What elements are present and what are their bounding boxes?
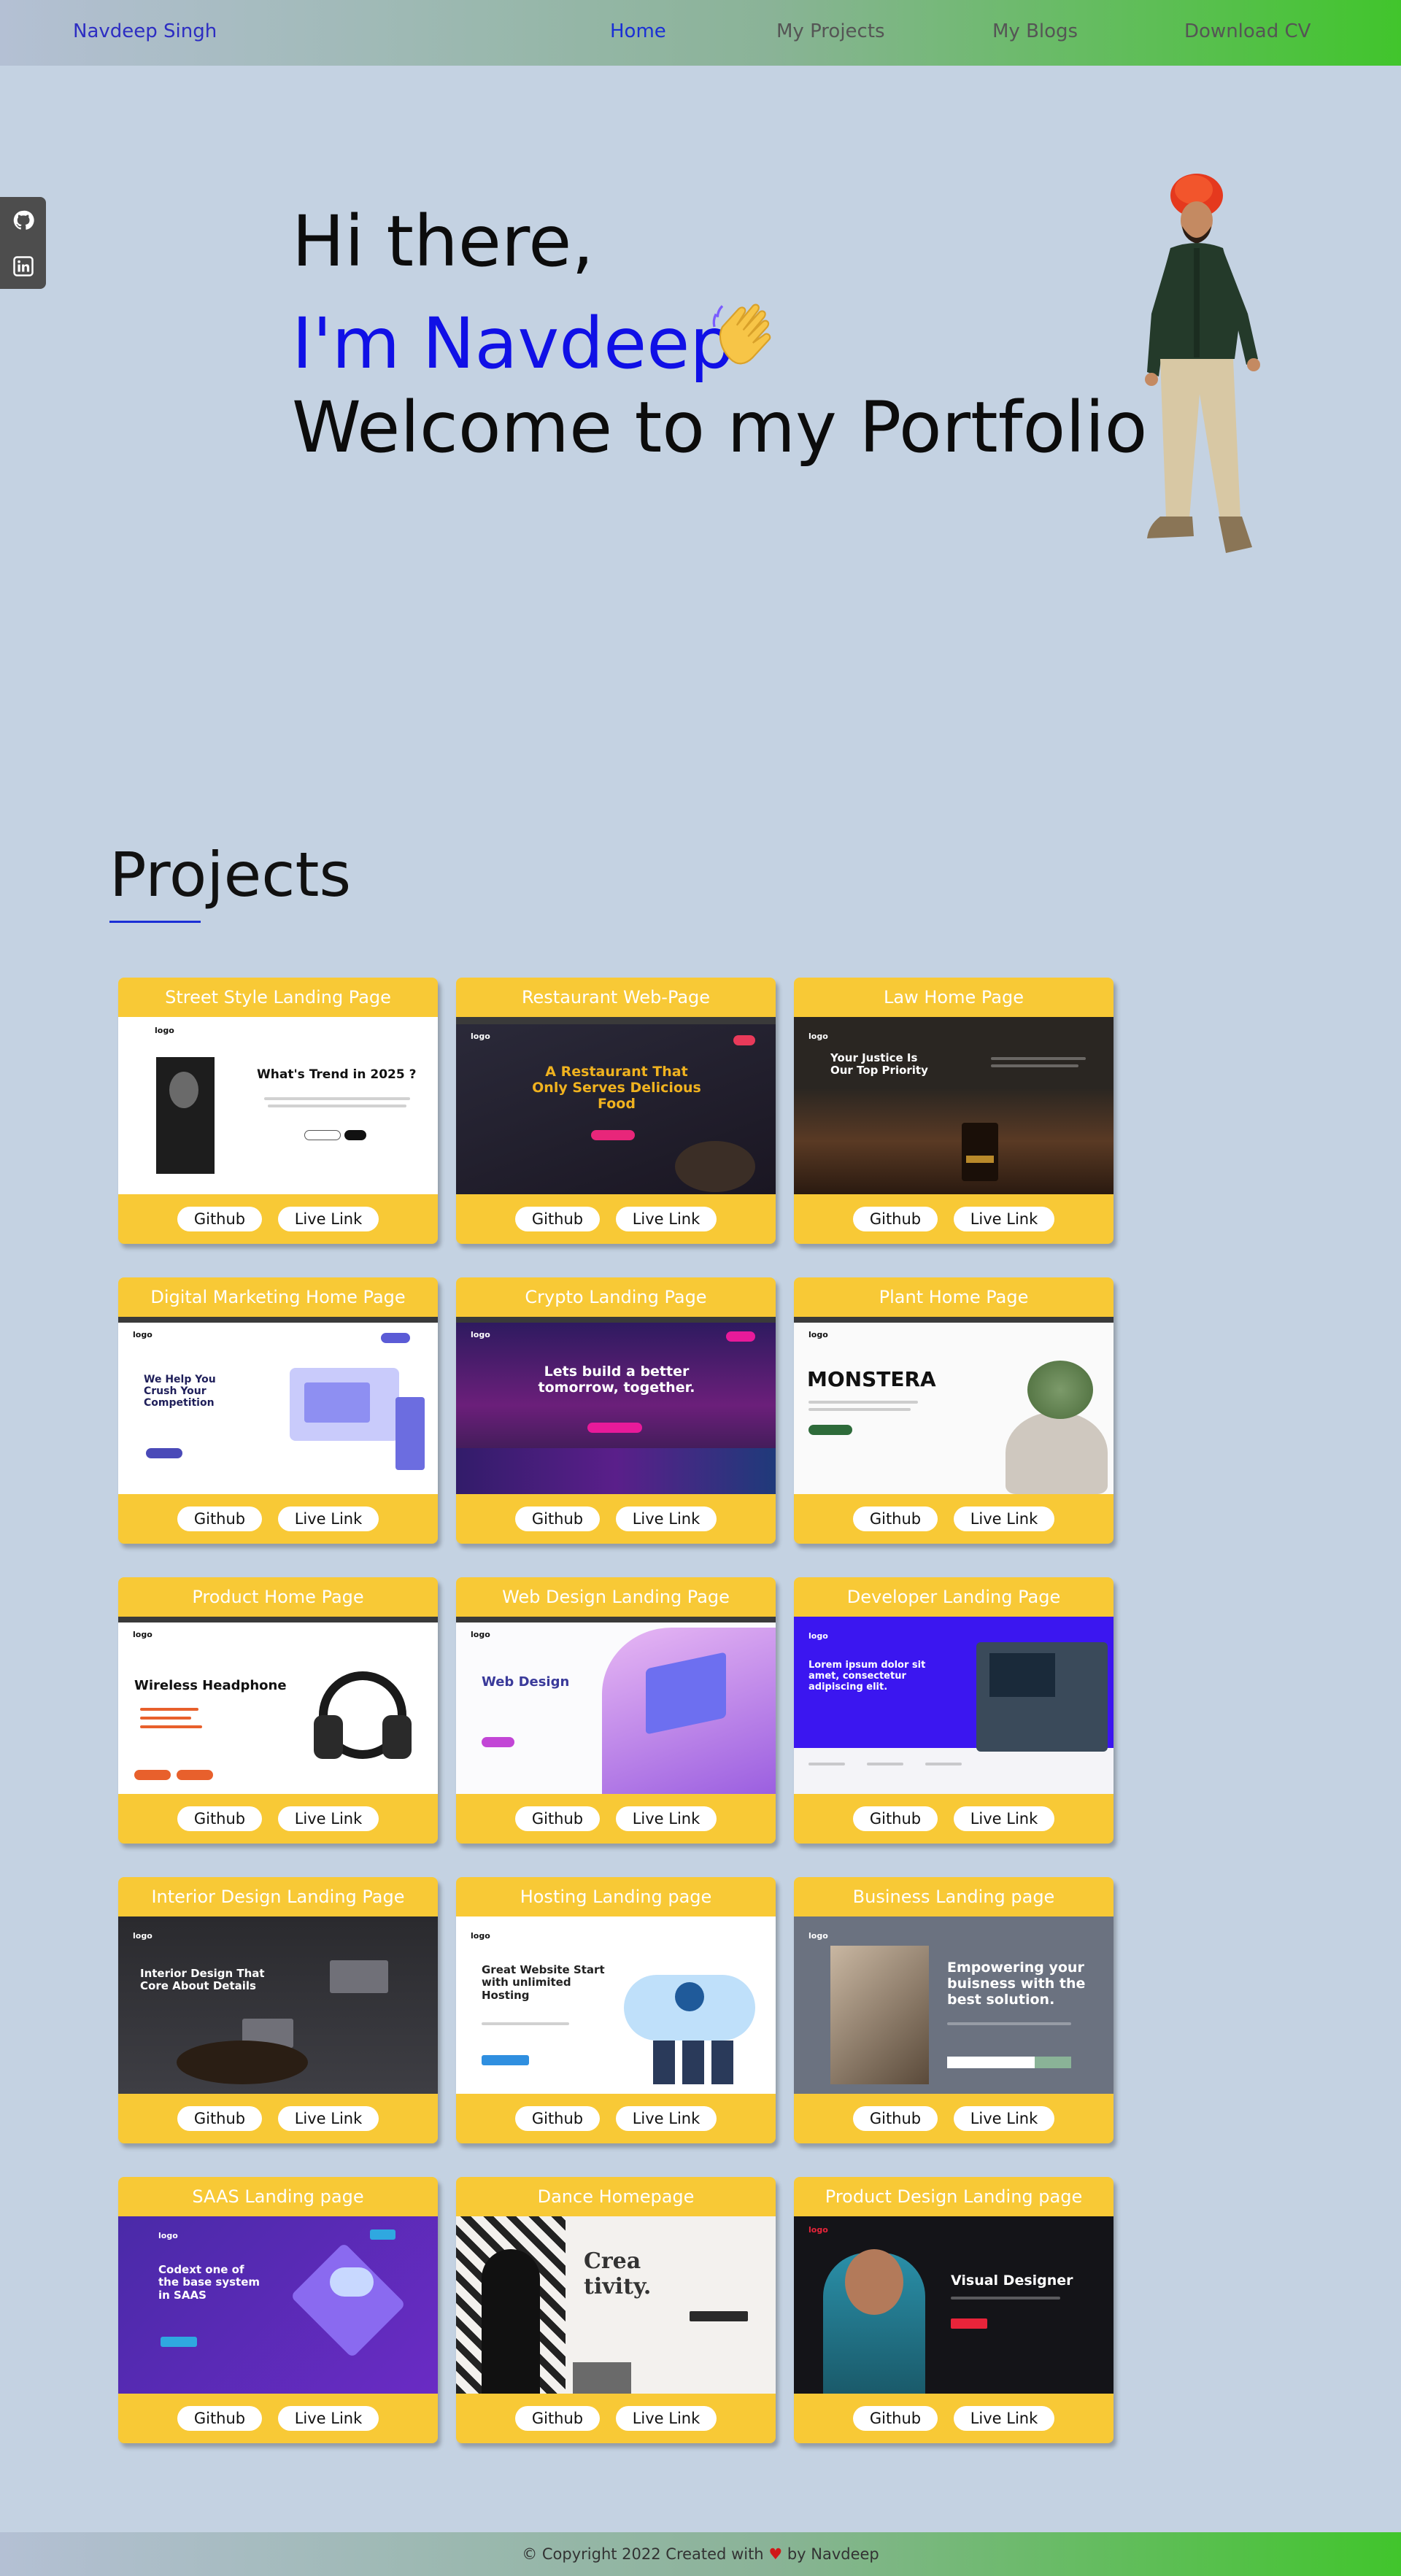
project-card-title: Hosting Landing page [520, 1887, 712, 1907]
project-card-hosting: Hosting Landing page logo Great Website … [456, 1877, 776, 2143]
live-link-button[interactable]: Live Link [616, 1506, 717, 1531]
github-button[interactable]: Github [177, 1207, 262, 1231]
project-card-developer: Developer Landing Page logo Lorem ipsum … [794, 1577, 1114, 1844]
github-button[interactable]: Github [177, 1506, 262, 1531]
footer-copyright: © Copyright 2022 Created with [522, 2545, 764, 2563]
hero-greeting: Hi there, [292, 201, 594, 282]
project-card-interior: Interior Design Landing Page logo Interi… [118, 1877, 438, 2143]
navbar: Navdeep Singh Home My Projects My Blogs … [0, 0, 1401, 66]
projects-title: Projects [109, 839, 352, 910]
project-screenshot[interactable]: logo Interior Design That Core About Det… [118, 1916, 438, 2094]
project-card-title: Plant Home Page [879, 1287, 1029, 1307]
project-card-title: Product Design Landing page [825, 2186, 1083, 2207]
live-link-button[interactable]: Live Link [954, 2406, 1054, 2431]
project-card-product: Product Home Page logo Wireless Headphon… [118, 1577, 438, 1844]
project-card-title: Restaurant Web-Page [521, 987, 711, 1007]
project-screenshot[interactable]: Crea tivity. [456, 2216, 776, 2394]
project-screenshot[interactable]: logo What's Trend in 2025 ? [118, 1017, 438, 1194]
project-screenshot[interactable]: logo Your Justice Is Our Top Priority [794, 1017, 1114, 1194]
project-screenshot[interactable]: logo Empowering your buisness with the b… [794, 1916, 1114, 2094]
brand-name[interactable]: Navdeep Singh [73, 20, 217, 42]
live-link-button[interactable]: Live Link [616, 1806, 717, 1831]
project-screenshot[interactable]: logo Lets build a better tomorrow, toget… [456, 1317, 776, 1494]
projects-title-underline [109, 921, 201, 923]
project-card-title: Crypto Landing Page [525, 1287, 707, 1307]
project-card-street-style: Street Style Landing Page logo What's Tr… [118, 978, 438, 1244]
live-link-button[interactable]: Live Link [278, 1506, 379, 1531]
nav-download-cv[interactable]: Download CV [1184, 20, 1311, 42]
github-button[interactable]: Github [177, 1806, 262, 1831]
project-card-title: Digital Marketing Home Page [150, 1287, 406, 1307]
github-button[interactable]: Github [853, 1806, 938, 1831]
project-screenshot[interactable]: logo Visual Designer [794, 2216, 1114, 2394]
hero-name: I'm Navdeep [292, 303, 735, 384]
heart-icon: ♥ [768, 2545, 783, 2563]
project-screenshot[interactable]: logo A Restaurant That Only Serves Delic… [456, 1017, 776, 1194]
github-button[interactable]: Github [515, 1506, 600, 1531]
live-link-button[interactable]: Live Link [278, 1806, 379, 1831]
project-card-title: Dance Homepage [537, 2186, 695, 2207]
project-card-saas: SAAS Landing page logo Codext one of the… [118, 2177, 438, 2443]
project-screenshot[interactable]: logo MONSTERA [794, 1317, 1114, 1494]
project-card-title: Developer Landing Page [846, 1587, 1061, 1607]
live-link-button[interactable]: Live Link [616, 2406, 717, 2431]
project-screenshot[interactable]: logo Great Website Start with unlimited … [456, 1916, 776, 2094]
github-button[interactable]: Github [515, 2406, 600, 2431]
github-button[interactable]: Github [515, 1207, 600, 1231]
nav-my-blogs[interactable]: My Blogs [992, 20, 1078, 42]
github-button[interactable]: Github [853, 1207, 938, 1231]
live-link-button[interactable]: Live Link [954, 1506, 1054, 1531]
project-card-title: Business Landing page [852, 1887, 1055, 1907]
github-button[interactable]: Github [853, 2406, 938, 2431]
social-sidebar [0, 197, 46, 289]
live-link-button[interactable]: Live Link [278, 2106, 379, 2131]
footer: © Copyright 2022 Created with ♥ by Navde… [0, 2532, 1401, 2576]
linkedin-icon[interactable] [12, 255, 34, 277]
project-screenshot[interactable]: logo Lorem ipsum dolor sit amet, consect… [794, 1617, 1114, 1794]
project-card-crypto: Crypto Landing Page logo Lets build a be… [456, 1277, 776, 1544]
github-button[interactable]: Github [515, 2106, 600, 2131]
project-screenshot[interactable]: logo Codext one of the base system in SA… [118, 2216, 438, 2394]
project-card-title: Interior Design Landing Page [151, 1887, 405, 1907]
project-card-web-design: Web Design Landing Page logo Web Design … [456, 1577, 776, 1844]
github-button[interactable]: Github [853, 2106, 938, 2131]
live-link-button[interactable]: Live Link [278, 1207, 379, 1231]
project-card-title: Web Design Landing Page [502, 1587, 730, 1607]
project-screenshot[interactable]: logo Web Design [456, 1617, 776, 1794]
project-card-law: Law Home Page logo Your Justice Is Our T… [794, 978, 1114, 1244]
github-button[interactable]: Github [853, 1506, 938, 1531]
github-button[interactable]: Github [515, 1806, 600, 1831]
project-card-title: Product Home Page [192, 1587, 364, 1607]
project-card-title: Street Style Landing Page [165, 987, 391, 1007]
live-link-button[interactable]: Live Link [616, 2106, 717, 2131]
github-button[interactable]: Github [177, 2106, 262, 2131]
project-card-plant: Plant Home Page logo MONSTERA Github Liv… [794, 1277, 1114, 1544]
project-card-restaurant: Restaurant Web-Page logo A Restaurant Th… [456, 978, 776, 1244]
profile-photo [1145, 174, 1260, 553]
project-screenshot[interactable]: logo Wireless Headphone [118, 1617, 438, 1794]
live-link-button[interactable]: Live Link [954, 2106, 1054, 2131]
project-screenshot[interactable]: logo We Help You Crush Your Competition [118, 1317, 438, 1494]
project-card-product-design: Product Design Landing page logo Visual … [794, 2177, 1114, 2443]
live-link-button[interactable]: Live Link [616, 1207, 717, 1231]
project-card-title: Law Home Page [884, 987, 1024, 1007]
github-icon[interactable] [12, 209, 34, 231]
project-card-dance: Dance Homepage Crea tivity. Github Live … [456, 2177, 776, 2443]
nav-home[interactable]: Home [610, 20, 666, 42]
project-card-title: SAAS Landing page [192, 2186, 364, 2207]
project-card-business: Business Landing page logo Empowering yo… [794, 1877, 1114, 2143]
live-link-button[interactable]: Live Link [278, 2406, 379, 2431]
project-card-digital-marketing: Digital Marketing Home Page logo We Help… [118, 1277, 438, 1544]
hero-welcome: Welcome to my Portfolio [292, 387, 1148, 468]
nav-my-projects[interactable]: My Projects [776, 20, 885, 42]
github-button[interactable]: Github [177, 2406, 262, 2431]
live-link-button[interactable]: Live Link [954, 1806, 1054, 1831]
live-link-button[interactable]: Live Link [954, 1207, 1054, 1231]
footer-author: by Navdeep [787, 2545, 879, 2563]
waving-hand-icon [712, 303, 771, 365]
